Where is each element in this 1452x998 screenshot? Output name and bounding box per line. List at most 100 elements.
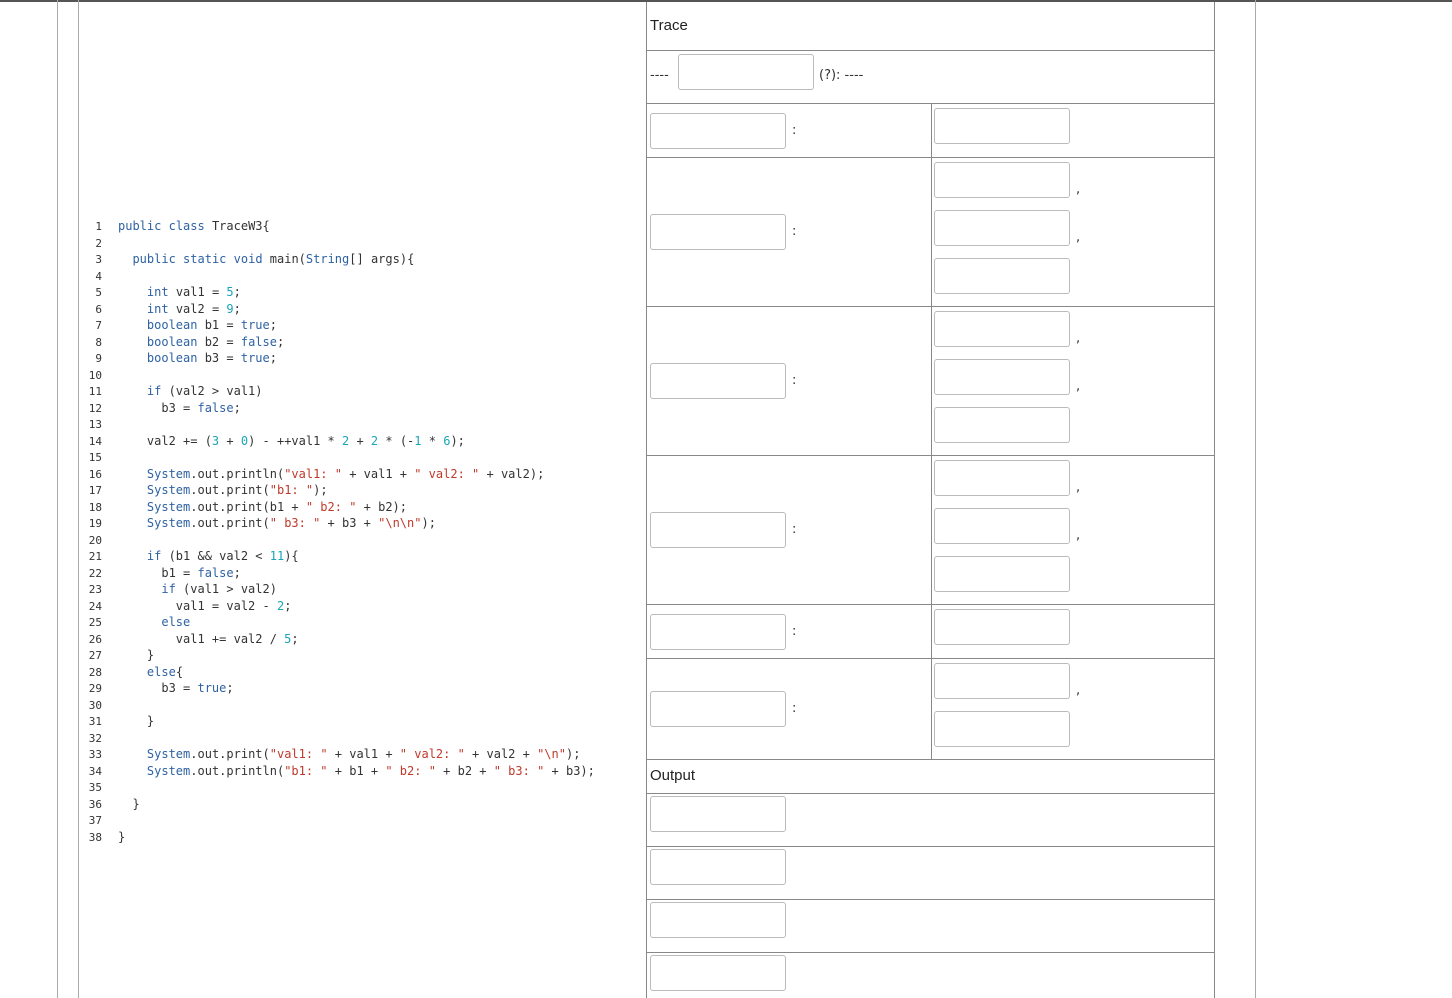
code-text: val1 = val2 - 2;: [118, 598, 292, 613]
code-line: 26 val1 += val2 / 5;: [80, 631, 299, 647]
value-input[interactable]: [934, 108, 1070, 144]
trace-table: Trace ---- (?): ---- :,,:,,:,,::,: Outpu…: [646, 2, 1215, 998]
column-divider: [931, 307, 932, 455]
variable-colon: :: [792, 701, 797, 716]
value-separator: ,: [1076, 528, 1081, 543]
line-number: 22: [88, 566, 102, 580]
line-number: 19: [88, 517, 102, 530]
value-input[interactable]: [934, 508, 1070, 544]
column-divider: [931, 456, 932, 604]
header-prefix: ----: [650, 68, 669, 83]
line-number: 25: [88, 616, 102, 629]
line-number: 12: [88, 401, 102, 415]
value-input[interactable]: [934, 460, 1070, 496]
code-line: 31 }: [80, 713, 154, 729]
code-text: int val1 = 5;: [146, 285, 241, 299]
code-line: 35: [80, 779, 102, 795]
code-text: if (val1 > val2): [161, 582, 277, 596]
line-number: 36: [88, 797, 102, 811]
line-number: 23: [88, 583, 102, 596]
code-line: 12 b3 = false;: [80, 400, 241, 416]
code-line: 3 public static void main(String[] args)…: [80, 251, 414, 267]
value-input[interactable]: [934, 556, 1070, 592]
output-input[interactable]: [650, 955, 786, 991]
line-number: 20: [88, 533, 102, 547]
code-line: 33 System.out.print("val1: " + val1 + " …: [80, 746, 581, 762]
value-input[interactable]: [934, 359, 1070, 395]
variable-input[interactable]: [650, 512, 786, 548]
code-line: 2: [80, 235, 102, 251]
code-text: boolean b1 = true;: [146, 318, 277, 332]
value-input[interactable]: [934, 407, 1070, 443]
value-input[interactable]: [934, 609, 1070, 645]
code-line: 17 System.out.print("b1: ");: [80, 482, 328, 498]
variable-input[interactable]: [650, 112, 786, 149]
right-margin-line: [1255, 0, 1256, 998]
code-line: 20: [80, 532, 102, 548]
variable-input[interactable]: [650, 363, 786, 399]
code-line: 37: [80, 812, 102, 828]
code-text: int val2 = 9;: [146, 301, 241, 316]
value-separator: ,: [1076, 182, 1081, 197]
line-number: 27: [88, 649, 102, 662]
line-number: 35: [88, 781, 102, 794]
line-number: 4: [95, 269, 102, 283]
code-text: }: [118, 648, 155, 662]
code-text: else: [161, 615, 191, 629]
code-text: val2 += (3 + 0) - ++val1 * 2 + 2 * (-1 *…: [118, 433, 465, 448]
code-line: 19 System.out.print(" b3: " + b3 + "\n\n…: [80, 515, 436, 531]
value-input[interactable]: [934, 311, 1070, 347]
line-number: 28: [88, 665, 102, 679]
line-number: 33: [88, 748, 102, 761]
column-divider: [931, 605, 932, 658]
value-input[interactable]: [934, 663, 1070, 699]
line-number: 26: [88, 632, 102, 646]
code-text: System.out.print(b1 + " b2: " + b2);: [146, 499, 408, 514]
code-text: if (b1 && val2 < 11){: [146, 549, 299, 563]
value-separator: ,: [1076, 480, 1081, 495]
code-line: 6 int val2 = 9;: [80, 301, 240, 317]
output-input[interactable]: [650, 849, 786, 885]
code-text: else{: [146, 664, 184, 679]
variable-colon: :: [792, 224, 797, 239]
code-text: b1 = false;: [118, 565, 241, 580]
code-text: System.out.print("b1: ");: [146, 483, 328, 497]
line-number: 7: [95, 319, 102, 332]
value-input[interactable]: [934, 162, 1070, 198]
code-line: 1 public class TraceW3{: [80, 218, 269, 234]
divider: [647, 899, 1214, 900]
value-input[interactable]: [934, 210, 1070, 246]
variable-input[interactable]: [650, 691, 786, 727]
code-line: 11 if (val2 > val1): [80, 383, 263, 399]
output-input[interactable]: [650, 902, 786, 938]
left-margin-line: [57, 0, 58, 998]
divider: [647, 793, 1214, 794]
variable-colon: :: [792, 373, 797, 388]
value-input[interactable]: [934, 258, 1070, 294]
left-content-line: [78, 0, 79, 998]
code-line: 21 if (b1 && val2 < 11){: [80, 548, 299, 564]
divider: [647, 952, 1214, 953]
header-input[interactable]: [678, 54, 814, 90]
value-separator: ,: [1076, 379, 1081, 394]
value-input[interactable]: [934, 711, 1070, 747]
line-number: 38: [88, 830, 102, 844]
line-number: 34: [88, 764, 102, 778]
variable-input[interactable]: [650, 214, 786, 250]
code-text: public static void main(String[] args){: [132, 252, 415, 266]
line-number: 6: [95, 302, 102, 316]
output-input[interactable]: [650, 796, 786, 832]
code-line: 23 if (val1 > val2): [80, 581, 277, 597]
code-line: 15: [80, 449, 102, 465]
code-line: 13: [80, 416, 102, 432]
code-text: public class TraceW3{: [118, 219, 270, 233]
line-number: 10: [88, 368, 102, 382]
code-line: 36 }: [80, 796, 140, 812]
code-line: 4: [80, 268, 102, 284]
code-line: 27 }: [80, 647, 154, 663]
variable-input[interactable]: [650, 613, 786, 650]
code-listing: 1 public class TraceW3{2 3 public static v…: [80, 0, 646, 998]
code-text: if (val2 > val1): [146, 384, 263, 398]
line-number: 30: [88, 698, 102, 712]
line-number: 24: [88, 599, 102, 613]
